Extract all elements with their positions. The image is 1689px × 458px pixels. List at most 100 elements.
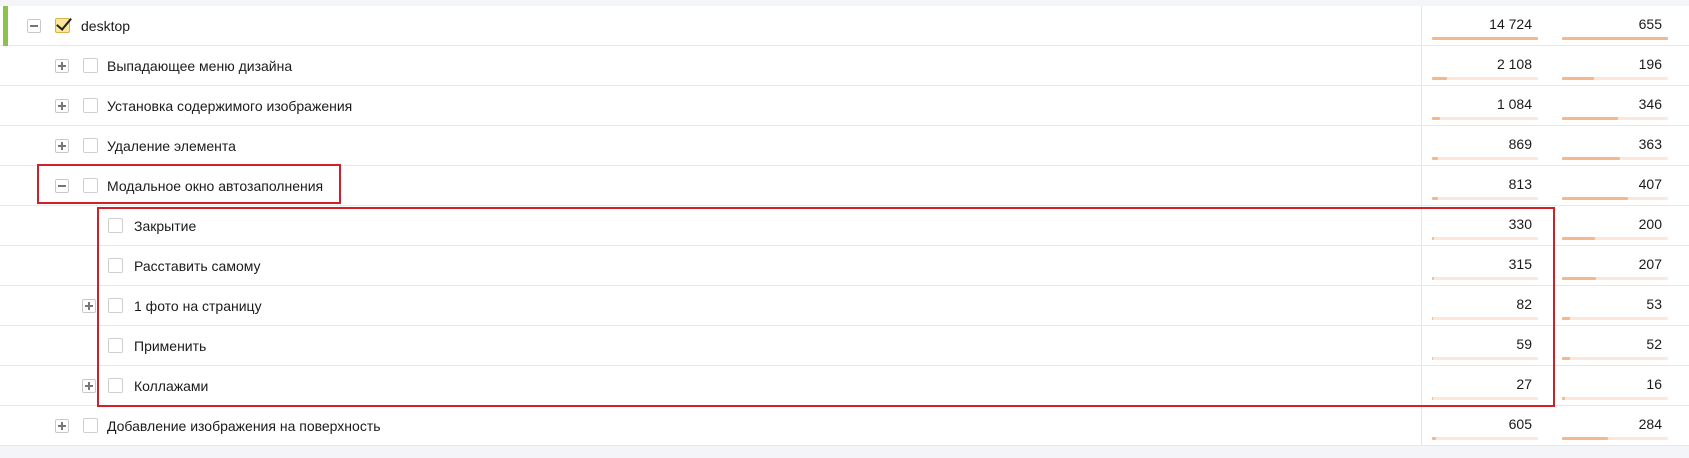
metric-bar-fill	[1432, 317, 1433, 320]
tree-table: desktop 14 724 655 Выпадающее меню дизайна 2…	[0, 6, 1689, 446]
checkbox[interactable]	[83, 58, 98, 73]
expand-icon[interactable]	[55, 419, 69, 433]
metric-bar-fill	[1562, 37, 1668, 40]
checkbox[interactable]	[83, 138, 98, 153]
checkbox[interactable]	[108, 338, 123, 353]
table-row[interactable]: desktop 14 724 655	[0, 6, 1689, 46]
expand-icon[interactable]	[82, 299, 96, 313]
metric-bar-2	[1562, 117, 1668, 120]
metric-bar-fill	[1562, 437, 1608, 440]
checkbox[interactable]	[108, 298, 123, 313]
metric-bar-fill	[1432, 397, 1433, 400]
metric-bar-fill	[1432, 197, 1438, 200]
metric-value-1: 315	[1508, 256, 1532, 272]
checkbox[interactable]	[108, 378, 123, 393]
checkbox[interactable]	[83, 178, 98, 193]
checkbox[interactable]	[83, 418, 98, 433]
metric-bar-fill	[1562, 157, 1620, 160]
row-label: 1 фото на страницу	[134, 298, 262, 314]
metric-value-1: 1 084	[1496, 96, 1532, 112]
expand-icon[interactable]	[55, 99, 69, 113]
metric-value-1: 27	[1516, 376, 1532, 392]
row-label: Расставить самому	[134, 258, 261, 274]
table-row[interactable]: Добавление изображения на поверхность 605…	[0, 406, 1689, 446]
metric-bar-2	[1562, 197, 1668, 200]
metric-bar-1	[1432, 117, 1538, 120]
row-label: Закрытие	[134, 218, 197, 234]
table-row[interactable]: Выпадающее меню дизайна 2 108 196	[0, 46, 1689, 86]
checkbox[interactable]	[83, 98, 98, 113]
metric-bar-fill	[1432, 437, 1436, 440]
metric-value-1: 82	[1516, 296, 1532, 312]
metric-value-1: 813	[1508, 176, 1532, 192]
metric-bar-fill	[1562, 117, 1618, 120]
row-label: desktop	[81, 18, 131, 34]
metric-value-1: 59	[1516, 336, 1532, 352]
expand-icon[interactable]	[55, 59, 69, 73]
row-label-cell	[8, 206, 1422, 246]
metric-bar-fill	[1432, 157, 1438, 160]
table-row[interactable]: 1 фото на страницу 82 53	[0, 286, 1689, 326]
metric-bar-1	[1432, 37, 1538, 40]
metric-bar-fill	[1432, 237, 1434, 240]
metric-bar-2	[1562, 357, 1668, 360]
metric-bar-fill	[1562, 277, 1596, 280]
checkbox[interactable]	[108, 258, 123, 273]
metric-value-2: 52	[1646, 336, 1662, 352]
metric-bar-fill	[1432, 77, 1447, 80]
metric-value-2: 53	[1646, 296, 1662, 312]
metric-value-2: 655	[1638, 16, 1662, 32]
metric-value-2: 363	[1638, 136, 1662, 152]
metric-bar-1	[1432, 197, 1538, 200]
metric-bar-2	[1562, 397, 1668, 400]
metric-value-2: 407	[1638, 176, 1662, 192]
metric-value-1: 14 724	[1489, 16, 1532, 32]
metric-bar-2	[1562, 37, 1668, 40]
table-row[interactable]: Закрытие 330 200	[0, 206, 1689, 246]
metric-bar-2	[1562, 277, 1668, 280]
collapse-icon[interactable]	[55, 179, 69, 193]
metric-value-2: 200	[1638, 216, 1662, 232]
table-row[interactable]: Установка содержимого изображения 1 084 34…	[0, 86, 1689, 126]
metric-bar-1	[1432, 357, 1538, 360]
metric-bar-fill	[1562, 77, 1594, 80]
metric-value-2: 16	[1646, 376, 1662, 392]
expand-icon[interactable]	[82, 379, 96, 393]
metric-bar-fill	[1432, 357, 1433, 360]
metric-bar-1	[1432, 77, 1538, 80]
row-label-cell	[3, 6, 1422, 46]
table-row[interactable]: Расставить самому 315 207	[0, 246, 1689, 286]
row-label: Коллажами	[134, 378, 209, 394]
row-label: Модальное окно автозаполнения	[107, 178, 324, 194]
metric-bar-2	[1562, 77, 1668, 80]
metric-bar-2	[1562, 157, 1668, 160]
metric-bar-fill	[1562, 237, 1595, 240]
metric-bar-fill	[1562, 357, 1570, 360]
table-row[interactable]: Удаление элемента 869 363	[0, 126, 1689, 166]
metric-bar-fill	[1562, 317, 1570, 320]
row-label: Выпадающее меню дизайна	[107, 58, 293, 74]
metric-bar-1	[1432, 437, 1538, 440]
collapse-icon[interactable]	[27, 19, 41, 33]
table-row[interactable]: Модальное окно автозаполнения 813 407	[0, 166, 1689, 206]
expand-icon[interactable]	[55, 139, 69, 153]
metric-bar-1	[1432, 277, 1538, 280]
metric-value-2: 284	[1638, 416, 1662, 432]
table-row[interactable]: Применить 59 52	[0, 326, 1689, 366]
row-label: Применить	[134, 338, 207, 354]
table-row[interactable]: Коллажами 27 16	[0, 366, 1689, 406]
metric-value-2: 346	[1638, 96, 1662, 112]
checkbox[interactable]	[108, 218, 123, 233]
row-label: Удаление элемента	[107, 138, 236, 154]
metric-bar-fill	[1562, 397, 1565, 400]
metric-bar-2	[1562, 317, 1668, 320]
row-label-cell	[8, 366, 1422, 406]
metric-bar-fill	[1432, 277, 1434, 280]
metric-value-2: 196	[1638, 56, 1662, 72]
metric-bar-2	[1562, 237, 1668, 240]
metric-value-1: 869	[1508, 136, 1532, 152]
row-label-cell	[8, 326, 1422, 366]
metric-bar-fill	[1432, 117, 1440, 120]
metric-bar-1	[1432, 317, 1538, 320]
checkbox-checked[interactable]	[55, 18, 70, 33]
